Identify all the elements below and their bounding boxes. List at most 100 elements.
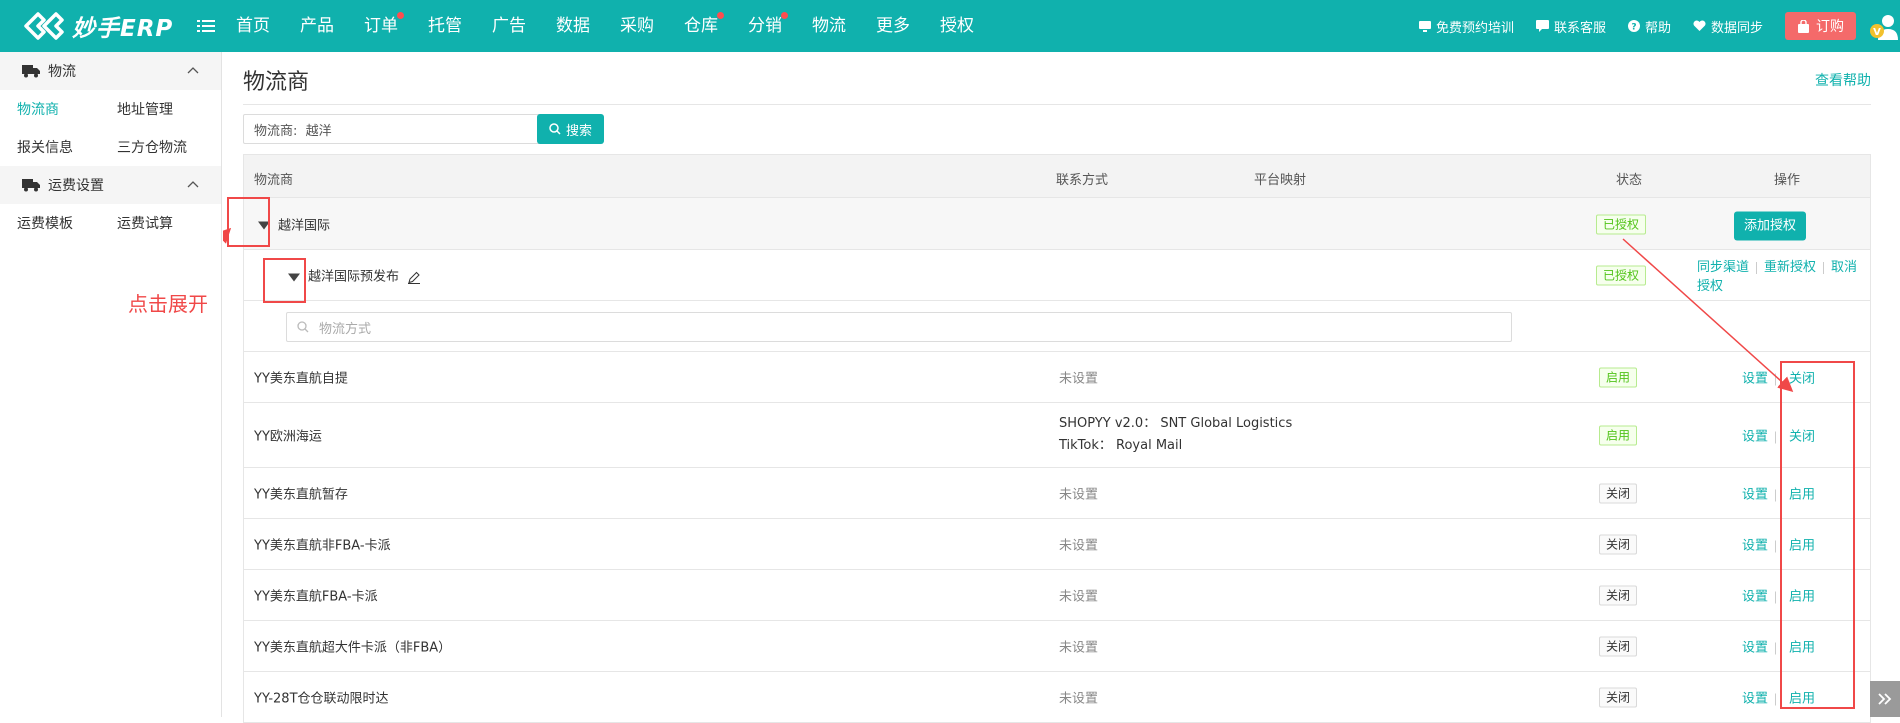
settings-link[interactable]: 设置 — [1742, 430, 1768, 445]
mapping-value: 未设置 — [1059, 371, 1099, 387]
divider — [1775, 693, 1777, 705]
scroll-right-button[interactable] — [1870, 681, 1900, 717]
nav-item-label: 托管 — [428, 16, 462, 36]
nav-item-label: 采购 — [620, 16, 654, 36]
order-label: 订购 — [1816, 19, 1844, 35]
divider — [1775, 642, 1777, 654]
sidebar: 物流 物流商 地址管理 报关信息 三方仓物流 运费设置 运费模板 运费试算 — [0, 52, 222, 717]
annotation-highlight-box — [227, 197, 270, 247]
help-label: 帮助 — [1644, 20, 1671, 36]
sidebar-group-logistics[interactable]: 物流 — [0, 52, 221, 90]
nav-item-label: 授权 — [940, 16, 974, 36]
bag-icon — [1798, 19, 1809, 33]
nav-item-8[interactable]: 分销 — [748, 0, 788, 52]
settings-link[interactable]: 设置 — [1742, 692, 1768, 707]
account-name: 越洋国际预发布 — [308, 269, 400, 285]
nav-item-1[interactable]: 产品 — [300, 0, 334, 52]
menu-toggle-icon[interactable] — [197, 17, 215, 35]
mapping-value: 未设置 — [1059, 640, 1099, 656]
carrier-group-row: 越洋国际 已授权 添加授权 — [243, 198, 1871, 250]
table-header: 物流商 联系方式 平台映射 状态 操作 — [243, 154, 1871, 198]
notification-dot — [781, 12, 788, 19]
sidebar-item-address[interactable]: 地址管理 — [100, 99, 200, 119]
nav-item-4[interactable]: 广告 — [492, 0, 526, 52]
settings-link[interactable]: 设置 — [1742, 539, 1768, 554]
sidebar-item-3pl[interactable]: 三方仓物流 — [100, 137, 200, 157]
carrier-account-row: 越洋国际预发布 已授权 同步渠道 重新授权 取消授权 — [243, 250, 1871, 301]
divider — [1775, 540, 1777, 552]
support-link[interactable]: 联系客服 — [1535, 17, 1606, 36]
user-avatar-icon[interactable]: V — [1868, 10, 1900, 42]
help-icon: ? — [1627, 20, 1640, 32]
carrier-filter-input[interactable]: 物流商: 越洋 — [243, 114, 548, 144]
method-name: YY美东直航非FBA-卡派 — [254, 538, 391, 554]
table-row: YY美东直航FBA-卡派 未设置 关闭 设置 启用 — [243, 570, 1871, 621]
search-icon — [297, 321, 309, 333]
nav-item-10[interactable]: 更多 — [876, 0, 910, 52]
top-navbar: 妙手ERP 首页 产品 订单 托管 广告 数据 采购 仓库 分销 物流 更多 授权 免费预约培训 联系… — [0, 0, 1900, 52]
sidebar-item-carriers[interactable]: 物流商 — [0, 99, 100, 119]
mapping-value: 未设置 — [1059, 538, 1099, 554]
settings-link[interactable]: 设置 — [1742, 488, 1768, 503]
nav-item-3[interactable]: 托管 — [428, 0, 462, 52]
status-badge: 已授权 — [1596, 265, 1647, 286]
sync-icon — [1693, 20, 1706, 31]
filter-label: 物流商: — [254, 123, 298, 139]
table-row: YY美东直航自提 未设置 启用 设置 关闭 — [243, 352, 1871, 403]
nav-item-6[interactable]: 采购 — [620, 0, 654, 52]
help-link[interactable]: ? 帮助 — [1627, 17, 1671, 36]
settings-link[interactable]: 设置 — [1742, 590, 1768, 605]
edit-icon[interactable] — [407, 270, 421, 284]
nav-item-5[interactable]: 数据 — [556, 0, 590, 52]
sidebar-item-freight-template[interactable]: 运费模板 — [0, 213, 100, 233]
sync-link[interactable]: 数据同步 — [1693, 17, 1763, 36]
col-carrier: 物流商 — [254, 173, 294, 188]
nav-item-0[interactable]: 首页 — [236, 0, 270, 52]
filter-value: 越洋 — [305, 123, 332, 139]
sidebar-group-freight[interactable]: 运费设置 — [0, 166, 221, 204]
method-name: YY美东直航超大件卡派（非FBA） — [254, 640, 452, 656]
carrier-name: 越洋国际 — [278, 218, 331, 233]
chat-icon — [1535, 20, 1549, 32]
status-badge: 已授权 — [1596, 214, 1647, 234]
sidebar-item-freight-calc[interactable]: 运费试算 — [100, 213, 200, 233]
status-badge: 关闭 — [1599, 534, 1638, 555]
shipping-method-search-input[interactable]: 物流方式 — [286, 312, 1512, 342]
nav-item-label: 订单 — [364, 16, 398, 36]
logo-text: 妙手ERP — [72, 16, 174, 42]
nav-item-9[interactable]: 物流 — [812, 0, 846, 52]
order-button[interactable]: 订购 — [1785, 12, 1856, 40]
notification-dot — [717, 12, 724, 19]
status-badge: 启用 — [1599, 425, 1638, 446]
add-authorization-button[interactable]: 添加授权 — [1734, 211, 1807, 240]
divider — [243, 104, 1871, 105]
divider — [1775, 591, 1777, 603]
reauthorize-link[interactable]: 重新授权 — [1764, 260, 1816, 275]
sidebar-group-label: 运费设置 — [48, 178, 104, 194]
nav-item-11[interactable]: 授权 — [940, 0, 974, 52]
svg-text:V: V — [1873, 27, 1881, 38]
nav-item-2[interactable]: 订单 — [364, 0, 404, 52]
mapping-value: SHOPYY v2.0： SNT Global Logistics — [1059, 416, 1293, 431]
notification-dot — [397, 12, 404, 19]
settings-link[interactable]: 设置 — [1742, 641, 1768, 656]
app-logo[interactable]: 妙手ERP — [22, 8, 173, 44]
settings-link[interactable]: 设置 — [1742, 372, 1768, 387]
sync-channels-link[interactable]: 同步渠道 — [1697, 260, 1749, 275]
nav-item-label: 首页 — [236, 16, 270, 36]
monitor-icon — [1418, 21, 1431, 32]
chevron-up-icon — [187, 181, 199, 188]
annotation-label: 点击展开 — [128, 292, 208, 316]
search-button[interactable]: 搜索 — [537, 114, 604, 144]
training-link[interactable]: 免费预约培训 — [1418, 17, 1514, 36]
view-help-link[interactable]: 查看帮助 — [1815, 70, 1871, 90]
mapping-value: 未设置 — [1059, 589, 1099, 605]
method-name: YY美东直航FBA-卡派 — [254, 589, 378, 605]
nav-item-7[interactable]: 仓库 — [684, 0, 724, 52]
mapping-value: 未设置 — [1059, 487, 1099, 503]
support-label: 联系客服 — [1553, 20, 1606, 36]
expand-toggle[interactable]: 越洋国际预发布 — [288, 266, 421, 285]
sidebar-item-customs[interactable]: 报关信息 — [0, 137, 100, 157]
status-badge: 关闭 — [1599, 483, 1638, 504]
nav-item-label: 数据 — [556, 16, 590, 36]
